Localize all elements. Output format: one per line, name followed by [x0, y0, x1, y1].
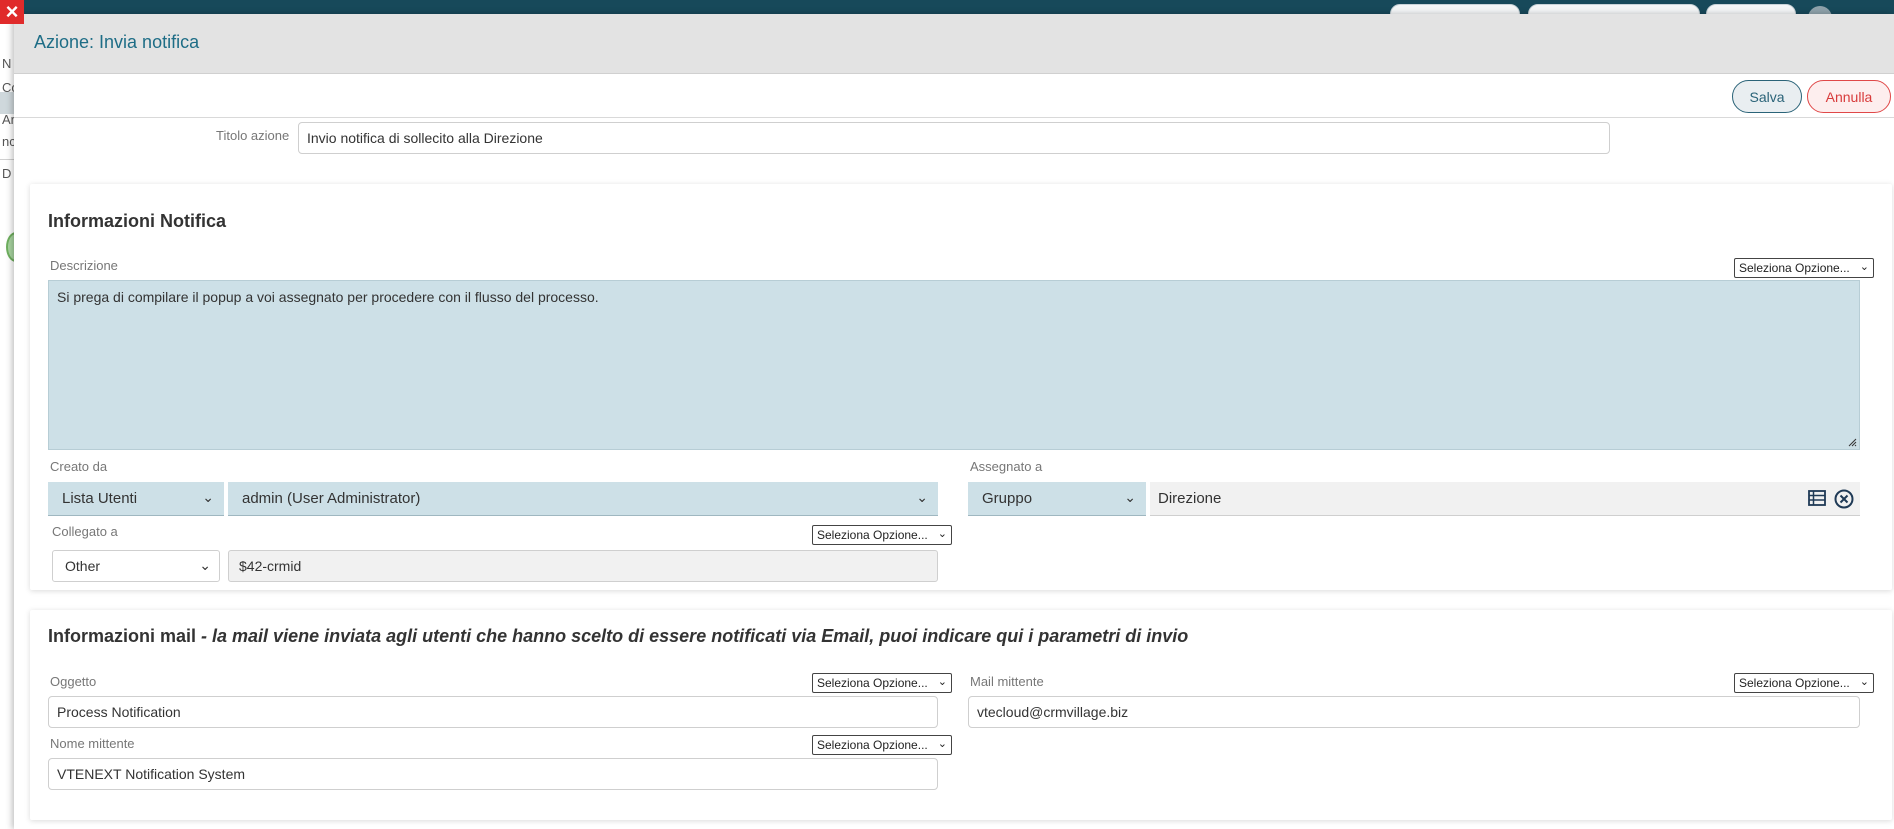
chevron-down-icon: ⌄: [916, 489, 928, 505]
background-sidebar: N Co Ar nc D: [0, 14, 26, 829]
chevron-down-icon: ⌄: [937, 676, 947, 688]
linked-to-type-select[interactable]: Other ⌄: [52, 550, 220, 582]
chevron-down-icon: ⌄: [937, 528, 947, 540]
close-icon[interactable]: ×: [0, 0, 24, 24]
assigned-to-type-select[interactable]: Gruppo ⌄: [968, 482, 1146, 516]
sender-mail-option-select[interactable]: Seleziona Opzione... ⌄: [1734, 673, 1874, 693]
linked-to-value: $42-crmid: [239, 558, 302, 574]
created-by-user-select[interactable]: admin (User Administrator) ⌄: [228, 482, 938, 516]
subject-input[interactable]: Process Notification: [48, 696, 938, 728]
mail-section-title: Informazioni mail - la mail viene inviat…: [48, 626, 1188, 647]
sender-name-option-label: Seleziona Opzione...: [817, 738, 928, 752]
created-by-type-value: Lista Utenti: [62, 490, 138, 507]
description-textarea[interactable]: Si prega di compilare il popup a voi ass…: [48, 280, 1860, 450]
background-label: Ar: [2, 112, 14, 127]
sender-name-input[interactable]: VTENEXT Notification System: [48, 758, 938, 790]
created-by-type-select[interactable]: Lista Utenti ⌄: [48, 482, 224, 516]
sender-name-label: Nome mittente: [50, 736, 135, 751]
linked-to-label: Collegato a: [52, 524, 118, 539]
description-option-select[interactable]: Seleziona Opzione... ⌄: [1734, 258, 1874, 278]
created-by-label: Creato da: [50, 459, 108, 474]
sender-mail-label: Mail mittente: [970, 674, 1044, 689]
cancel-button[interactable]: Annulla: [1807, 80, 1891, 113]
save-button[interactable]: Salva: [1732, 80, 1802, 113]
background-label: Co: [2, 80, 14, 95]
description-text: Si prega di compilare il popup a voi ass…: [57, 289, 599, 305]
resize-handle-icon[interactable]: [1847, 437, 1857, 447]
description-label: Descrizione: [50, 258, 118, 273]
list-icon[interactable]: [1808, 490, 1826, 506]
chevron-down-icon: ⌄: [202, 489, 214, 505]
mail-subtitle-text: - la mail viene inviata agli utenti che …: [196, 626, 1189, 646]
subject-option-select[interactable]: Seleziona Opzione... ⌄: [812, 673, 952, 693]
notification-section-title: Informazioni Notifica: [48, 211, 227, 231]
assigned-to-label: Assegnato a: [970, 459, 1043, 474]
mail-card: Informazioni mail - la mail viene inviat…: [30, 610, 1892, 820]
linked-to-type-value: Other: [65, 558, 101, 574]
modal-toolbar: [14, 74, 1894, 118]
mail-title-text: Informazioni mail: [48, 626, 197, 646]
action-title-label: Titolo azione: [216, 128, 290, 143]
modal-title: Azione: Invia notifica: [34, 32, 200, 52]
chevron-down-icon: ⌄: [937, 738, 947, 750]
action-title-input[interactable]: Invio notifica di sollecito alla Direzio…: [298, 122, 1610, 154]
linked-to-option-label: Seleziona Opzione...: [817, 528, 928, 542]
sender-mail-input[interactable]: vtecloud@crmvillage.biz: [968, 696, 1860, 728]
created-by-user-value: admin (User Administrator): [242, 490, 421, 507]
notification-card: Informazioni Notifica Descrizione Selezi…: [30, 184, 1892, 590]
background-label: nc: [2, 134, 14, 149]
modal-header: Azione: Invia notifica: [14, 14, 1894, 74]
linked-to-option-select[interactable]: Seleziona Opzione... ⌄: [812, 525, 952, 545]
background-label: N: [2, 56, 12, 71]
sender-name-option-select[interactable]: Seleziona Opzione... ⌄: [812, 735, 952, 755]
background-label: D: [2, 166, 12, 181]
subject-label: Oggetto: [50, 674, 97, 689]
chevron-down-icon: ⌄: [1859, 676, 1869, 688]
chevron-down-icon: ⌄: [1124, 489, 1136, 505]
assigned-to-field[interactable]: Direzione: [1150, 482, 1860, 516]
subject-option-label: Seleziona Opzione...: [817, 676, 928, 690]
assigned-to-type-value: Gruppo: [982, 490, 1033, 507]
background-divider: [0, 159, 14, 160]
chevron-down-icon: ⌄: [199, 557, 211, 573]
clear-circle-icon[interactable]: [1834, 489, 1854, 509]
chevron-down-icon: ⌄: [1859, 261, 1869, 273]
description-option-label: Seleziona Opzione...: [1739, 261, 1850, 275]
notification-modal: Azione: Invia notifica Salva Annulla Tit…: [14, 14, 1894, 829]
sender-mail-option-label: Seleziona Opzione...: [1739, 676, 1850, 690]
assigned-to-value: Direzione: [1158, 490, 1222, 507]
background-highlight: [0, 92, 14, 114]
linked-to-input[interactable]: $42-crmid: [228, 550, 938, 582]
